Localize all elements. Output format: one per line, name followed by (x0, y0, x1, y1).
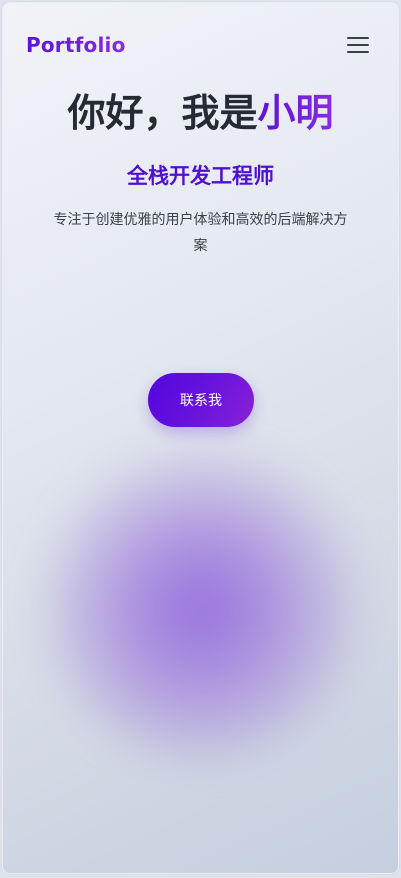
hamburger-menu-icon[interactable] (345, 34, 373, 58)
hero-description: 专注于创建优雅的用户体验和高效的后端解决方案 (53, 212, 348, 254)
hero-greeting: 你好，我是 (67, 91, 258, 135)
menu-line (347, 51, 369, 53)
background-glow (41, 443, 361, 763)
hero-subtitle: 全栈开发工程师 (127, 164, 274, 188)
hero-title: 你好，我是小明 (3, 89, 398, 137)
app-frame: Portfolio 你好，我是小明 全栈开发工程师 专注于创建优雅的用户体验和高… (2, 2, 399, 874)
hero-section: 你好，我是小明 全栈开发工程师 专注于创建优雅的用户体验和高效的后端解决方案 联… (3, 89, 398, 427)
menu-line (347, 44, 369, 46)
logo[interactable]: Portfolio (26, 33, 126, 57)
navbar: Portfolio (3, 3, 398, 89)
menu-line (347, 37, 369, 39)
hero-name: 小明 (257, 91, 334, 135)
contact-button[interactable]: 联系我 (148, 373, 254, 427)
